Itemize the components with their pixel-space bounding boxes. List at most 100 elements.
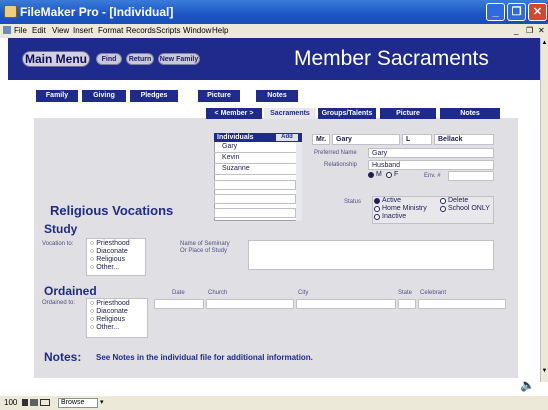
zoom-in-icon[interactable] xyxy=(30,399,38,406)
relationship-label: Relationship xyxy=(324,162,358,168)
mode-dropdown-icon[interactable]: ▾ xyxy=(100,398,104,406)
status-home-ministry-label: Home Ministry xyxy=(382,205,427,212)
ordination-date-field[interactable] xyxy=(154,299,204,309)
col-date: Date xyxy=(172,290,185,296)
status-inactive-radio[interactable] xyxy=(374,214,380,220)
tab-notes-sub[interactable]: Notes xyxy=(440,108,500,119)
individuals-header: Individuals Add xyxy=(214,133,302,142)
status-active-label: Active xyxy=(382,197,402,204)
ordination-celebrant-field[interactable] xyxy=(418,299,506,309)
status-active-radio[interactable] xyxy=(374,198,380,204)
first-name-field[interactable]: Gary xyxy=(332,134,400,145)
return-button[interactable]: Return xyxy=(126,53,154,65)
tab-groups-talents[interactable]: Groups/Talents xyxy=(318,108,376,119)
menu-scripts[interactable]: Scripts xyxy=(156,26,180,35)
ordained-religious-option[interactable]: ○ Religious xyxy=(90,316,125,323)
ordination-state-field[interactable] xyxy=(398,299,416,309)
gender-f-radio[interactable] xyxy=(386,172,392,178)
ordained-priesthood-option[interactable]: ○ Priesthood xyxy=(90,300,130,307)
portal-blank-field[interactable] xyxy=(214,194,296,204)
religious-vocations-title: Religious Vocations xyxy=(50,203,174,218)
vertical-scrollbar[interactable]: ▲ ▼ xyxy=(540,38,548,382)
page-title: Member Sacraments xyxy=(294,47,489,70)
tab-picture[interactable]: Picture xyxy=(198,90,240,102)
relationship-field[interactable]: Husband xyxy=(368,160,494,170)
vocation-priesthood-option[interactable]: ○ Priesthood xyxy=(90,240,130,247)
tab-giving[interactable]: Giving xyxy=(82,90,126,102)
middle-initial-field[interactable]: L xyxy=(402,134,432,145)
tab-member[interactable]: < Member > xyxy=(206,108,262,119)
minimize-button[interactable]: _ xyxy=(486,3,505,21)
doc-close-icon[interactable]: ✕ xyxy=(538,26,545,35)
header-band: Main Menu Find Return New Family Member … xyxy=(8,38,540,80)
row-divider xyxy=(214,163,296,164)
menu-view[interactable]: View xyxy=(52,26,69,35)
col-celebrant: Celebrant xyxy=(420,290,447,296)
status-school-only-radio[interactable] xyxy=(440,206,446,212)
tab-notes[interactable]: Notes xyxy=(256,90,298,102)
option-label: Other... xyxy=(96,264,120,271)
ordained-other-option[interactable]: ○ Other... xyxy=(90,324,119,331)
menu-file[interactable]: File xyxy=(14,26,27,35)
menu-edit[interactable]: Edit xyxy=(32,26,46,35)
scroll-up-icon[interactable]: ▲ xyxy=(541,40,548,47)
find-button[interactable]: Find xyxy=(96,53,122,65)
portal-blank-field[interactable] xyxy=(214,208,296,218)
zoom-level[interactable]: 100 xyxy=(4,398,17,407)
vocation-religious-option[interactable]: ○ Religious xyxy=(90,256,125,263)
study-title: Study xyxy=(44,222,78,236)
gender-m-radio[interactable] xyxy=(368,172,374,178)
ordained-diaconate-option[interactable]: ○ Diaconate xyxy=(90,308,128,315)
status-home-ministry-radio[interactable] xyxy=(374,206,380,212)
vocation-diaconate-option[interactable]: ○ Diaconate xyxy=(90,248,128,255)
add-individual-button[interactable]: Add xyxy=(276,134,298,141)
doc-minimize-icon[interactable]: _ xyxy=(514,26,518,35)
portal-blank-field[interactable] xyxy=(214,180,296,190)
individual-row[interactable]: Gary xyxy=(222,143,237,150)
portal-scrollbar[interactable] xyxy=(296,142,302,221)
menu-format[interactable]: Format xyxy=(98,26,123,35)
restore-button[interactable]: ❐ xyxy=(507,3,526,21)
window-title: FileMaker Pro - [Individual] xyxy=(20,5,174,19)
env-label: Env. # xyxy=(424,173,441,179)
option-label: Other... xyxy=(96,324,120,331)
ordination-church-field[interactable] xyxy=(206,299,294,309)
last-name-field[interactable]: Bellack xyxy=(434,134,494,145)
ordained-label: Ordained to: xyxy=(42,300,76,306)
menu-help[interactable]: Help xyxy=(212,26,228,35)
col-church: Church xyxy=(208,290,228,296)
main-menu-button[interactable]: Main Menu xyxy=(22,51,90,67)
prefix-field[interactable]: Mr. xyxy=(312,134,330,145)
seminary-label: Name of Seminary xyxy=(180,241,230,247)
gender-f-label: F xyxy=(394,171,399,178)
tab-picture-sub[interactable]: Picture xyxy=(380,108,436,119)
mode-selector[interactable]: Browse xyxy=(58,398,98,408)
vocation-other-option[interactable]: ○ Other... xyxy=(90,264,119,271)
place-of-study-label: Or Place of Study xyxy=(180,248,228,254)
close-button[interactable]: ✕ xyxy=(528,3,547,21)
ordination-city-field[interactable] xyxy=(296,299,396,309)
zoom-out-icon[interactable] xyxy=(22,399,28,406)
option-label: Diaconate xyxy=(96,248,128,255)
individual-row[interactable]: Suzanne xyxy=(222,165,250,172)
tab-sacraments[interactable]: Sacraments xyxy=(264,108,316,119)
scroll-down-icon[interactable]: ▼ xyxy=(541,368,548,375)
envelope-number-field[interactable] xyxy=(448,171,494,181)
tab-family[interactable]: Family xyxy=(36,90,78,102)
tab-pledges[interactable]: Pledges xyxy=(130,90,178,102)
menu-window[interactable]: Window xyxy=(183,26,211,35)
row-divider xyxy=(214,152,296,153)
speaker-icon[interactable]: 🔈 xyxy=(520,378,535,392)
status-delete-radio[interactable] xyxy=(440,198,446,204)
preferred-name-field[interactable]: Gary xyxy=(368,148,494,158)
individuals-label: Individuals xyxy=(217,134,254,141)
col-city: City xyxy=(298,290,309,296)
individual-row[interactable]: Kevin xyxy=(222,154,240,161)
seminary-field[interactable] xyxy=(248,240,494,270)
new-family-button[interactable]: New Family xyxy=(158,53,200,65)
status-toggle-icon[interactable] xyxy=(40,399,50,406)
menu-insert[interactable]: Insert xyxy=(73,26,93,35)
vocation-label: Vocation to: xyxy=(42,241,74,247)
menu-records[interactable]: Records xyxy=(126,26,156,35)
doc-restore-icon[interactable]: ❐ xyxy=(526,26,533,35)
